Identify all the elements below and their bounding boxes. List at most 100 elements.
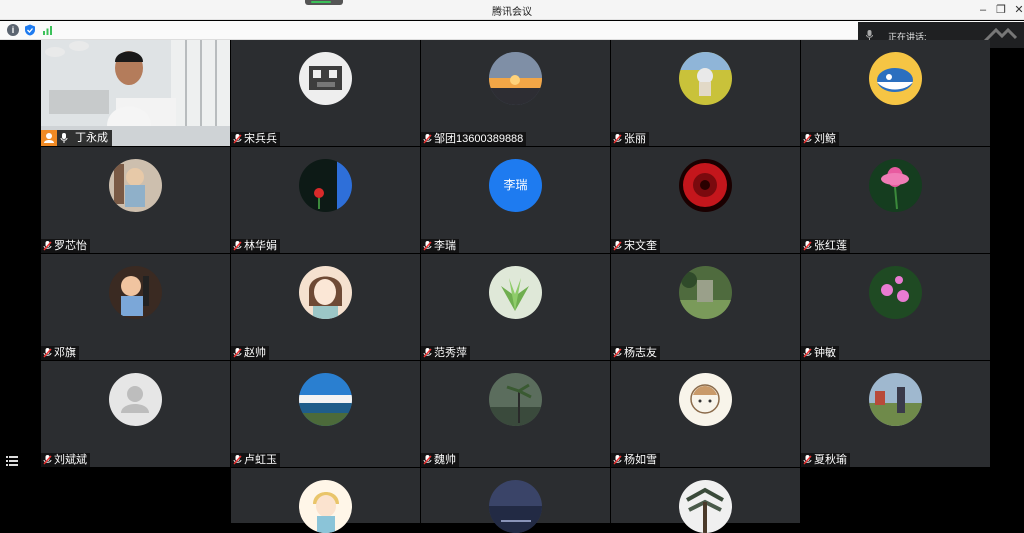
participant-name: 杨志友 [624,347,657,359]
microphone-icon [60,133,68,143]
mic-muted-icon [233,455,242,465]
participant-name: 宋兵兵 [244,133,277,145]
participant-tile[interactable]: 宋文奎 [611,147,800,253]
mic-muted-icon [43,455,52,465]
participant-name-tag: 邓旗 [41,346,79,360]
signal-icon[interactable] [42,24,54,36]
participant-tile[interactable] [421,468,610,533]
avatar [869,159,922,212]
participant-tile[interactable]: 夏秋瑜 [801,361,990,467]
participant-name-tag: 张红莲 [801,239,850,253]
participant-tile[interactable]: 宋兵兵 [231,40,420,146]
participant-name: 张丽 [624,133,646,145]
list-icon[interactable] [6,455,18,467]
participant-name-tag: 杨志友 [611,346,660,360]
avatar [679,159,732,212]
avatar [109,159,162,212]
participant-tile[interactable]: 赵帅 [231,254,420,360]
participant-tile[interactable] [611,468,800,533]
avatar [489,480,542,533]
participant-tile[interactable]: 李瑞 李瑞 [421,147,610,253]
mic-muted-icon [423,241,432,251]
participant-name: 宋文奎 [624,240,657,252]
participant-tile[interactable] [231,468,420,533]
restore-button[interactable]: ❐ [992,2,1010,18]
participant-name-tag: 宋文奎 [611,239,660,253]
participant-name: 刘斌斌 [54,454,87,466]
info-icon[interactable]: i [7,24,19,36]
mic-muted-icon [423,455,432,465]
avatar [299,480,352,533]
participant-tile[interactable]: 张红莲 [801,147,990,253]
participant-tile[interactable]: 卢虹玉 [231,361,420,467]
host-person-icon [41,130,57,146]
mic-muted-icon [233,134,242,144]
participant-tile[interactable]: 张丽 [611,40,800,146]
participant-name: 林华娟 [244,240,277,252]
participant-tile[interactable]: 刘斌斌 [41,361,230,467]
mic-muted-icon [613,348,622,358]
participant-name-tag: 魏帅 [421,453,459,467]
participant-name: 杨如雪 [624,454,657,466]
avatar [109,373,162,426]
avatar [299,373,352,426]
self-name-tag: 丁永成 [41,130,112,146]
participant-name-tag: 赵帅 [231,346,269,360]
participant-tile[interactable]: 刘鲸 [801,40,990,146]
participant-name: 赵帅 [244,347,266,359]
shield-icon[interactable] [24,24,36,36]
video-grid: 丁永成 宋兵兵 邹团13600389888 张丽 刘鲸 罗芯怡 林华娟 李瑞 李… [41,40,990,533]
avatar [299,266,352,319]
mic-muted-icon [613,134,622,144]
mic-muted-icon [803,455,812,465]
letter-avatar: 李瑞 [489,159,542,212]
participant-tile[interactable]: 邹团13600389888 [421,40,610,146]
avatar [679,266,732,319]
minimize-button[interactable]: – [974,2,992,18]
avatar [869,52,922,105]
participant-name: 刘鲸 [814,133,836,145]
participant-tile[interactable]: 范秀萍 [421,254,610,360]
participant-name: 夏秋瑜 [814,454,847,466]
participant-name-tag: 卢虹玉 [231,453,280,467]
participant-name: 范秀萍 [434,347,467,359]
mic-muted-icon [803,134,812,144]
participant-tile[interactable]: 林华娟 [231,147,420,253]
mic-muted-icon [43,348,52,358]
self-video-tile[interactable]: 丁永成 [41,40,230,146]
participant-tile[interactable]: 杨志友 [611,254,800,360]
participant-name-tag: 范秀萍 [421,346,470,360]
participant-tile[interactable]: 钟敏 [801,254,990,360]
participant-tile[interactable]: 魏帅 [421,361,610,467]
avatar [299,159,352,212]
participant-name: 李瑞 [434,240,456,252]
participant-tile[interactable]: 杨如雪 [611,361,800,467]
avatar [679,373,732,426]
participant-tile[interactable]: 罗芯怡 [41,147,230,253]
avatar [489,373,542,426]
avatar [869,266,922,319]
participant-name: 罗芯怡 [54,240,87,252]
self-video-frame [41,40,230,126]
close-button[interactable]: ✕ [1010,2,1024,18]
mic-muted-icon [423,348,432,358]
avatar [109,266,162,319]
participant-name-tag: 钟敏 [801,346,839,360]
microphone-icon [866,30,873,40]
avatar [489,266,542,319]
participant-name-tag: 夏秋瑜 [801,453,850,467]
window-title: 腾讯会议 [492,7,532,18]
participant-name: 魏帅 [434,454,456,466]
mic-muted-icon [233,348,242,358]
participant-name: 钟敏 [814,347,836,359]
participant-tile[interactable]: 邓旗 [41,254,230,360]
mic-muted-icon [423,134,432,144]
self-name-label: 丁永成 [75,132,108,144]
avatar [489,52,542,105]
avatar [679,480,732,533]
mic-muted-icon [803,241,812,251]
participant-name: 卢虹玉 [244,454,277,466]
participant-name-tag: 刘鲸 [801,132,839,146]
avatar [869,373,922,426]
participant-name-tag: 宋兵兵 [231,132,280,146]
